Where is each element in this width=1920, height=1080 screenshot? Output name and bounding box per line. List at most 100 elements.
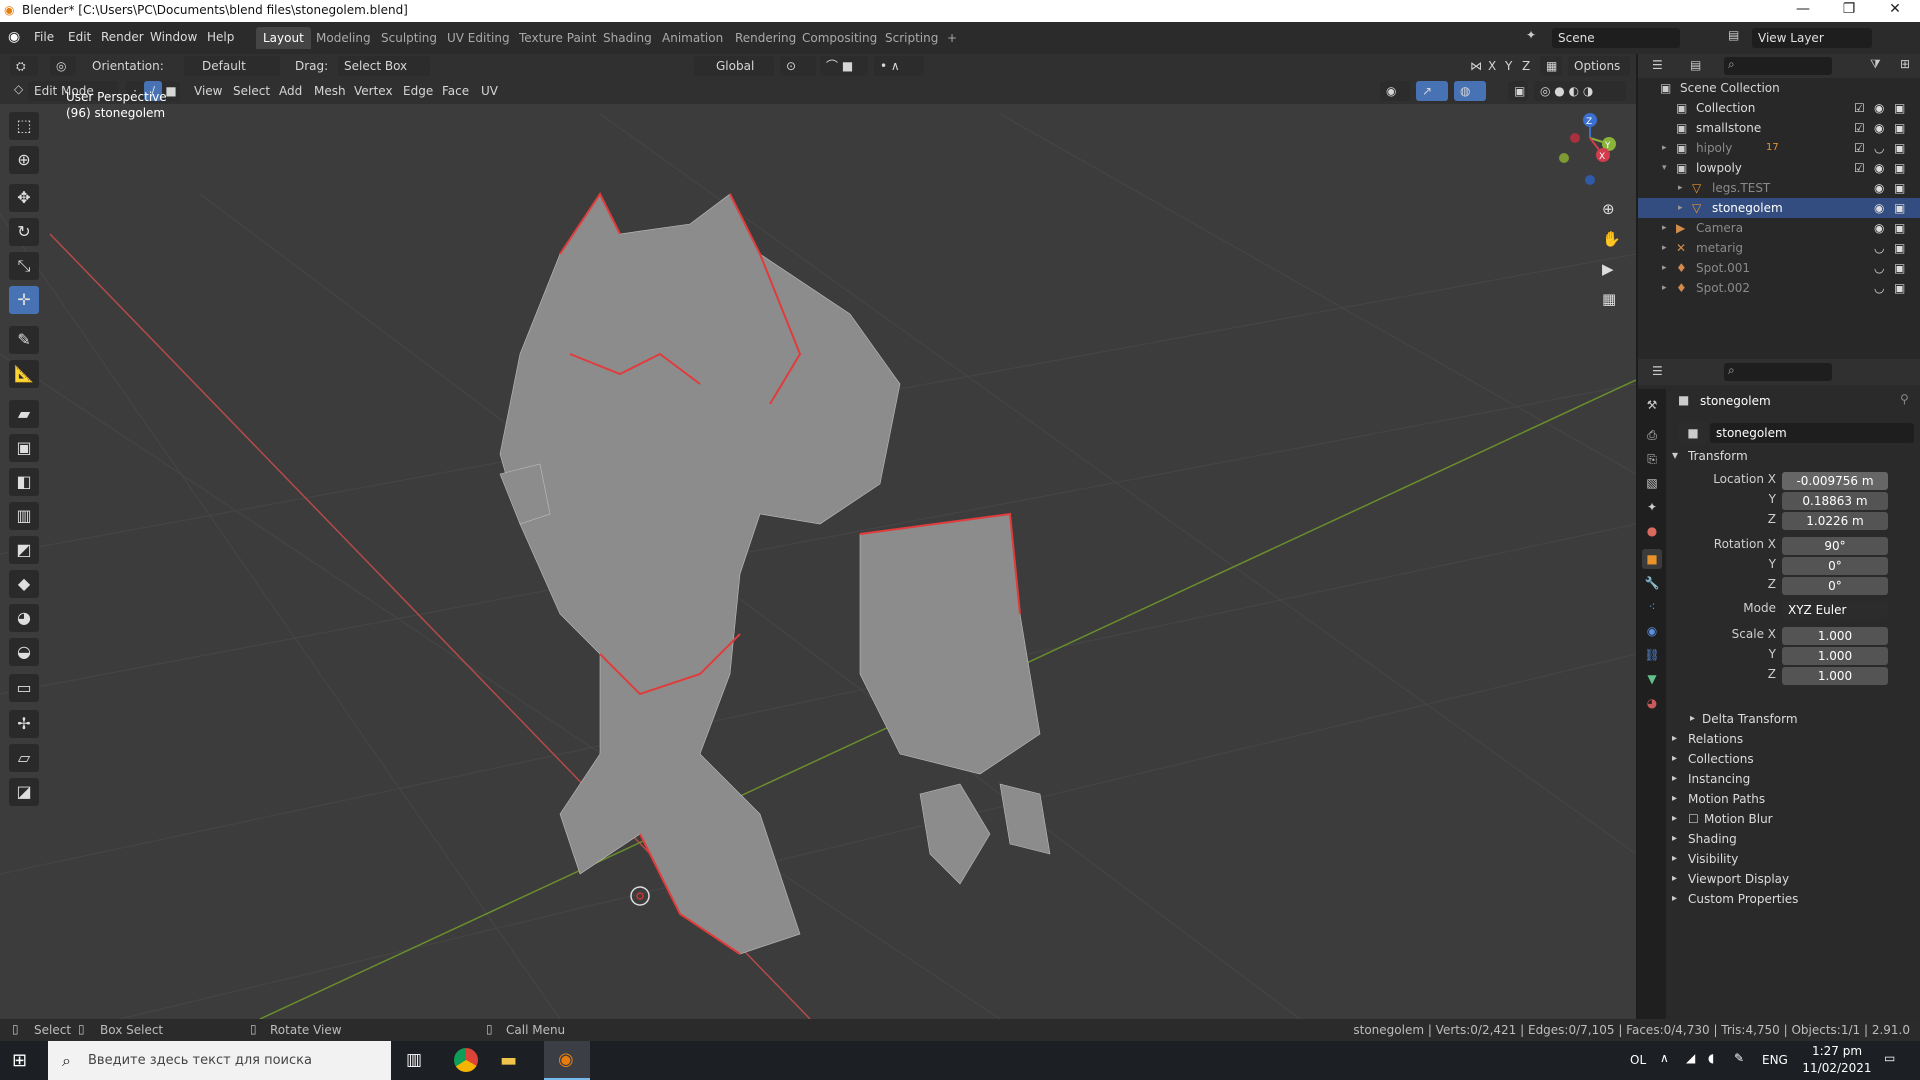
modifier-tab-icon[interactable]: 🔧 xyxy=(1642,573,1662,593)
drag-dropdown[interactable]: Select Box xyxy=(338,56,430,76)
render-camera-icon[interactable]: ▣ xyxy=(1894,198,1905,218)
scene-tab-icon[interactable]: ✦ xyxy=(1642,497,1662,517)
visibility-eye-icon[interactable]: ◉ xyxy=(1874,158,1884,178)
spin-tool-icon[interactable]: ◕ xyxy=(9,604,39,632)
tab-uv-editing[interactable]: UV Editing xyxy=(440,27,517,49)
delta-transform-panel[interactable]: Delta Transform xyxy=(1702,712,1798,726)
tab-scripting[interactable]: Scripting xyxy=(878,27,945,49)
language-indicator[interactable]: ENG xyxy=(1762,1053,1788,1067)
panel-chevron-icon[interactable]: ▸ xyxy=(1672,773,1677,784)
menu-mesh[interactable]: Mesh xyxy=(314,84,346,98)
visibility-eye-icon[interactable]: ◡ xyxy=(1874,238,1884,258)
menu-add[interactable]: Add xyxy=(279,84,302,98)
editor-type-icon[interactable]: ⛭ xyxy=(10,56,38,76)
menu-vertex[interactable]: Vertex xyxy=(354,84,393,98)
menu-select[interactable]: Select xyxy=(233,84,270,98)
annotate-tool-icon[interactable]: ✎ xyxy=(9,326,39,354)
chrome-icon[interactable] xyxy=(454,1048,478,1072)
menu-render[interactable]: Render xyxy=(101,30,144,44)
exclude-checkbox-icon[interactable]: ☑ xyxy=(1854,158,1865,178)
menu-view[interactable]: View xyxy=(194,84,222,98)
transform-panel-title[interactable]: Transform xyxy=(1688,449,1748,463)
expand-chevron-icon[interactable]: ▸ xyxy=(1662,258,1667,278)
tray-chevron-icon[interactable]: ∧ xyxy=(1660,1051,1669,1065)
scale-z-field[interactable]: 1.000 xyxy=(1782,667,1888,685)
outliner-row[interactable]: ▸ ▣ hipoly 17 ☑ ◡ ▣ xyxy=(1638,138,1920,158)
outliner-search-input[interactable] xyxy=(1724,57,1832,75)
outliner-row[interactable]: ▸ ▶ Camera ◉ ▣ xyxy=(1638,218,1920,238)
outliner-row[interactable]: ▾ ▣ lowpoly ☑ ◉ ▣ xyxy=(1638,158,1920,178)
subpanel-header[interactable]: Shading xyxy=(1688,832,1737,846)
tab-texture-paint[interactable]: Texture Paint xyxy=(512,27,603,49)
mirror-y-toggle[interactable]: Y xyxy=(1505,59,1512,73)
world-tab-icon[interactable]: ● xyxy=(1642,521,1662,541)
shrink-fatten-tool-icon[interactable]: ✢ xyxy=(9,710,39,738)
outliner-row[interactable]: ▣ Collection ☑ ◉ ▣ xyxy=(1638,98,1920,118)
notifications-icon[interactable]: ▭ xyxy=(1884,1051,1895,1065)
orientation-dropdown[interactable]: Default xyxy=(184,56,280,76)
expand-chevron-icon[interactable]: ▸ xyxy=(1662,278,1667,298)
particles-tab-icon[interactable]: ⁖ xyxy=(1642,597,1662,617)
clock-time[interactable]: 1:27 pm xyxy=(1808,1044,1866,1058)
subpanel-header[interactable]: Visibility xyxy=(1688,852,1738,866)
add-workspace-button[interactable]: + xyxy=(940,27,964,49)
poly-build-tool-icon[interactable]: ◆ xyxy=(9,570,39,598)
rotation-y-field[interactable]: 0° xyxy=(1782,557,1888,575)
subpanel-header[interactable]: Collections xyxy=(1688,752,1754,766)
transform-tool-icon[interactable]: ✛ xyxy=(9,286,39,314)
menu-help[interactable]: Help xyxy=(207,30,234,44)
auto-merge-icon[interactable]: ▦ xyxy=(1540,56,1562,76)
scale-y-field[interactable]: 1.000 xyxy=(1782,647,1888,665)
tab-shading[interactable]: Shading xyxy=(596,27,659,49)
menu-edge[interactable]: Edge xyxy=(403,84,433,98)
mirror-icon[interactable]: ⋈ xyxy=(1470,59,1482,73)
object-tab-icon[interactable]: ■ xyxy=(1642,549,1662,569)
blender-menu-icon[interactable]: ◉ xyxy=(8,29,20,45)
render-camera-icon[interactable]: ▣ xyxy=(1894,218,1905,238)
outliner-row[interactable]: ▣ smallstone ☑ ◉ ▣ xyxy=(1638,118,1920,138)
delta-chevron-icon[interactable]: ▸ xyxy=(1690,713,1695,724)
menu-uv[interactable]: UV xyxy=(481,84,498,98)
render-tab-icon[interactable]: ⎙ xyxy=(1642,425,1662,445)
panel-chevron-icon[interactable]: ▸ xyxy=(1672,833,1677,844)
outliner-scene-collection[interactable]: ▣ Scene Collection xyxy=(1638,78,1920,98)
data-tab-icon[interactable]: ▼ xyxy=(1642,669,1662,689)
mirror-z-toggle[interactable]: Z xyxy=(1522,59,1530,73)
expand-chevron-icon[interactable]: ▸ xyxy=(1662,238,1667,258)
visibility-eye-icon[interactable]: ◉ xyxy=(1874,218,1884,238)
camera-view-icon[interactable]: ▶ xyxy=(1602,260,1614,278)
clock-date[interactable]: 11/02/2021 xyxy=(1800,1061,1874,1075)
visibility-eye-icon[interactable]: ◡ xyxy=(1874,138,1884,158)
properties-search-input[interactable] xyxy=(1724,363,1832,381)
render-camera-icon[interactable]: ▣ xyxy=(1894,178,1905,198)
panel-chevron-icon[interactable]: ▸ xyxy=(1672,893,1677,904)
constraints-tab-icon[interactable]: ⛓ xyxy=(1642,645,1662,665)
options-dropdown[interactable]: Options xyxy=(1568,56,1630,76)
show-overlays-icon[interactable]: ◍ xyxy=(1454,81,1486,101)
scale-x-field[interactable]: 1.000 xyxy=(1782,627,1888,645)
object-browse-icon[interactable]: ■ xyxy=(1678,423,1708,443)
rotation-x-field[interactable]: 90° xyxy=(1782,537,1888,555)
rotation-z-field[interactable]: 0° xyxy=(1782,577,1888,595)
rotate-tool-icon[interactable]: ↻ xyxy=(9,218,39,246)
new-collection-icon[interactable]: ⊞ xyxy=(1900,57,1910,71)
show-gizmo-icon[interactable]: ↗ xyxy=(1416,81,1448,101)
network-icon[interactable]: ◢ xyxy=(1686,1051,1695,1065)
expand-chevron-icon[interactable]: ▸ xyxy=(1678,198,1683,218)
zoom-icon[interactable]: ⊕ xyxy=(1602,200,1615,218)
loop-cut-tool-icon[interactable]: ▥ xyxy=(9,502,39,530)
rotation-mode-dropdown[interactable]: XYZ Euler xyxy=(1782,601,1888,619)
visibility-eye-icon[interactable]: ◉ xyxy=(1874,98,1884,118)
visibility-eye-icon[interactable]: ◡ xyxy=(1874,258,1884,278)
object-name-field[interactable]: stonegolem xyxy=(1710,423,1914,443)
stonegolem-mesh[interactable] xyxy=(499,193,1051,955)
transform-chevron-icon[interactable]: ▾ xyxy=(1672,448,1678,462)
expand-chevron-icon[interactable]: ▾ xyxy=(1662,158,1667,178)
outliner-row[interactable]: ▸ ♦ Spot.001 ◡ ▣ xyxy=(1638,258,1920,278)
expand-chevron-icon[interactable]: ▸ xyxy=(1678,178,1683,198)
task-view-icon[interactable]: ▥ xyxy=(406,1050,422,1070)
object-visibility-icon[interactable]: ◉ xyxy=(1380,81,1410,101)
render-camera-icon[interactable]: ▣ xyxy=(1894,158,1905,178)
visibility-eye-icon[interactable]: ◡ xyxy=(1874,278,1884,298)
extrude-tool-icon[interactable]: ▰ xyxy=(9,400,39,428)
